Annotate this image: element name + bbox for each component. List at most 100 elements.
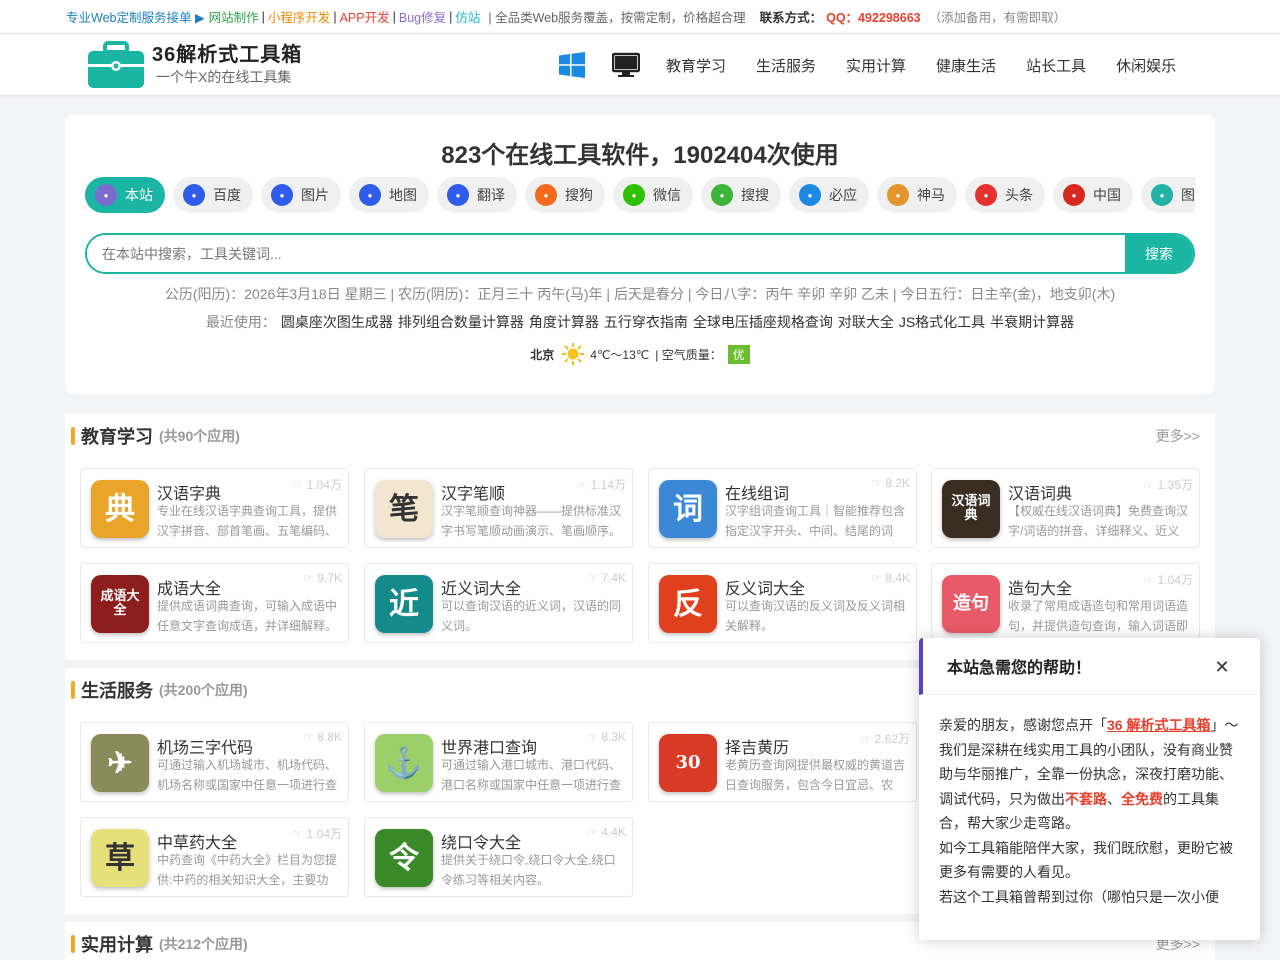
tool-card[interactable]: 词在线组词 ☞ 8.2K 汉字组词查询工具｜智能推荐包含指定汉字开头、中间、结尾的词… [648,468,917,548]
tool-description: 收录了常用成语造句和常用词语造句，并提供造句查询，输入词语即可。 [1008,599,1189,633]
view-count-value: 8.2K [885,476,910,490]
recent-tool-link[interactable]: 角度计算器 [529,314,599,330]
engine-tab[interactable]: ● 图标 [1141,177,1195,213]
contact-note: （添加备用，有需即取） [928,11,1067,25]
view-count: ☞ 1.04万 [292,478,342,492]
nav-calculation[interactable]: 实用计算 [846,55,906,76]
search-input[interactable] [87,235,1125,272]
tool-description: 可通过输入港口城市、港口代码、港口名称或国家中任意一项进行查询。 [441,758,622,792]
tool-card[interactable]: 草中草药大全 ☞ 1.04万 中药查询《中药大全》栏目为您提供:中药的相关知识大全，… [80,817,349,897]
tool-icon: 典 [91,480,149,538]
view-count: ☞ 8.3K [587,730,626,744]
popup-text: 如今工具箱能陪伴大家，我们既欣慰，更盼它被更多有需要的人看见。 [939,839,1233,881]
section-more-link[interactable]: 更多>> [1156,426,1200,446]
recent-tool-link[interactable]: 半衰期计算器 [990,314,1074,330]
topbar-sep: | [392,9,396,24]
topbar-item-1[interactable]: 网站制作 [209,7,259,26]
engine-tab[interactable]: ● 图片 [261,177,341,213]
view-count: ☞ 9.7K [303,571,342,585]
engine-label: 图片 [301,187,329,203]
baidu-icon: ● [271,184,293,206]
tool-card[interactable]: 30 择吉黄历 ☞ 2.62万 老黄历查询网提供最权威的黄道吉日查询服务，包含今日宜忌… [648,722,917,802]
site-icon: ● [95,184,117,206]
engine-tab[interactable]: ● 地图 [349,177,429,213]
logo-subtitle: 一个牛X的在线工具集 [156,69,292,85]
engine-tab[interactable]: ● 百度 [173,177,253,213]
tool-description: 可以查询汉语的反义词及反义词相关解释。 [725,599,906,633]
recent-tool-link[interactable]: 全球电压插座规格查询 [693,314,833,330]
qq-number[interactable]: QQ：492298663 [826,7,921,26]
tool-description: 【权威在线汉语词典】免费查询汉字/词语的拼音、详细释义、近义词。 [1008,504,1189,538]
engine-tab[interactable]: ● 微信 [613,177,693,213]
engine-tab[interactable]: ● 本站 [85,177,165,213]
contact-label: 联系方式： [759,11,823,25]
topbar-item-4[interactable]: Bug修复 [399,7,446,26]
tool-card[interactable]: 成语大全 成语大全 ☞ 9.7K 提供成语词典查询，可输入成语中任意文字查询成语，并详… [80,563,349,643]
help-popup: 本站急需您的帮助！ ✕ 亲爱的朋友，感谢您点开「36 解析式工具箱」～ 我们是深… [919,638,1260,940]
popup-text: 、 [1107,790,1121,807]
tool-card[interactable]: 汉语词典 汉语词典 ☞ 1.35万 【权威在线汉语词典】免费查询汉字/词语的拼音、详细… [931,468,1200,548]
view-count-value: 8.4K [885,571,910,585]
hero-title: 823个在线工具软件，1902404次使用 [441,142,839,169]
tool-card[interactable]: ⚓ 世界港口查询 ☞ 8.3K 可通过输入港口城市、港口代码、港口名称或国家中任意一项… [364,722,633,802]
close-icon[interactable]: ✕ [1208,653,1236,681]
nav-health[interactable]: 健康生活 [936,55,996,76]
tool-card[interactable]: 造句 造句大全 ☞ 1.04万 收录了常用成语造句和常用词语造句，并提供造句查询，输入… [931,563,1200,643]
section-count: (共212个应用) [159,936,248,952]
engine-label: 搜狗 [565,187,593,203]
nav-leisure[interactable]: 休闲娱乐 [1116,55,1176,76]
section-title: 生活服务 [81,681,153,701]
bing-icon: ● [799,184,821,206]
engine-tab[interactable]: ● 神马 [877,177,957,213]
engine-tab[interactable]: ● 中国 [1053,177,1133,213]
topbar-item-0[interactable]: 专业Web定制服务接单 ▶ [66,7,205,26]
engine-tab[interactable]: ● 搜狗 [525,177,605,213]
topbar-item-2[interactable]: 小程序开发 [268,7,331,26]
tool-card[interactable]: 笔汉字笔顺 ☞ 1.14万 汉字笔顺查询神器——提供标准汉字书写笔顺动画演示、笔画顺… [364,468,633,548]
topbar-item-5[interactable]: 仿站 [455,7,480,26]
tool-card[interactable]: 典汉语字典 ☞ 1.04万 专业在线汉语字典查询工具，提供汉字拼音、部首笔画、五笔编… [80,468,349,548]
tool-card[interactable]: ✈ 机场三字代码 ☞ 8.8K 可通过输入机场城市、机场代码、机场名称或国家中任意一项… [80,722,349,802]
engine-tab[interactable]: ● 搜搜 [701,177,781,213]
view-count-value: 1.04万 [306,827,342,841]
recent-tool-link[interactable]: 排列组合数量计算器 [398,314,524,330]
section-title: 实用计算 [81,935,153,955]
view-count-value: 1.35万 [1157,478,1193,492]
tool-card[interactable]: 令绕口令大全 ☞ 4.4K 提供关于绕口令,绕口令大全,绕口令练习等相关内容。 [364,817,633,897]
recent-label: 最近使用： [205,314,276,330]
search-bar: 搜索 [85,233,1195,274]
recent-tool-link[interactable]: JS格式化工具 [899,314,985,330]
engine-tab[interactable]: ● 头条 [965,177,1045,213]
nav-education[interactable]: 教育学习 [666,55,726,76]
wechat-icon: ● [623,184,645,206]
engine-tab[interactable]: ● 必应 [789,177,869,213]
recent-tool-link[interactable]: 五行穿衣指南 [604,314,688,330]
nav-webmaster[interactable]: 站长工具 [1026,55,1086,76]
engine-tab[interactable]: ● 翻译 [437,177,517,213]
section-title: 教育学习 [81,427,153,447]
topbar-item-3[interactable]: APP开发 [340,7,390,26]
popup-site-link[interactable]: 36 解析式工具箱 [1107,717,1210,733]
windows-icon[interactable] [558,51,586,79]
site-logo[interactable]: 36解析式工具箱 一个牛X的在线工具集 [86,40,302,90]
view-count-value: 8.3K [601,730,626,744]
tool-icon: 近 [375,575,433,633]
section-header: 教育学习 (共90个应用) 更多>> [65,414,1215,458]
recent-tool-link[interactable]: 圆桌座次图生成器 [281,314,393,330]
desktop-icon[interactable] [612,51,640,79]
engine-label: 百度 [213,187,241,203]
search-button[interactable]: 搜索 [1125,235,1193,272]
recent-tool-link[interactable]: 对联大全 [838,314,894,330]
tool-icon: 造句 [942,575,1000,633]
section-education: 教育学习 (共90个应用) 更多>> 典汉语字典 ☞ 1.04万 专业在线汉语字典查询工具… [65,414,1215,660]
view-count-value: 1.04万 [306,478,342,492]
nav-life[interactable]: 生活服务 [756,55,816,76]
topbar-sep: | [449,9,453,24]
tool-card[interactable]: 反反义词大全 ☞ 8.4K 可以查询汉语的反义词及反义词相关解释。 [648,563,917,643]
tool-icon: 反 [659,575,717,633]
tool-card[interactable]: 近近义词大全 ☞ 7.4K 可以查询汉语的近义词，汉语的同义词。 [364,563,633,643]
calendar-info: 公历(阳历)：2026年3月18日 星期三 | 农历(阴历)：正月三十 丙午(马… [164,286,1116,302]
tool-description: 中药查询《中药大全》栏目为您提供:中药的相关知识大全，主要功效。 [157,853,338,887]
tool-icon: 令 [375,829,433,887]
popup-text: 若这个工具箱曾帮到过你（哪怕只是一次小便 [939,888,1219,905]
